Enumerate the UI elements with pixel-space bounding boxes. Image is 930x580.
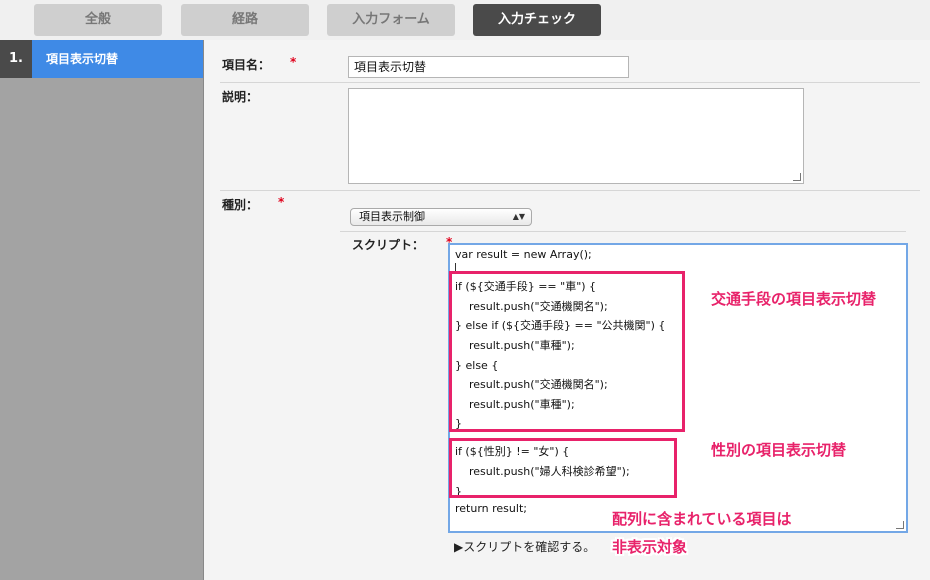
sidebar-item-number: 1. [0,40,32,78]
code-line: return result; [455,502,527,515]
highlight-box-gender [449,438,677,498]
required-mark: * [290,55,297,69]
description-textarea[interactable] [348,88,804,184]
confirm-script-link[interactable]: ▶スクリプトを確認する。 [454,538,595,555]
item-name-input[interactable]: 項目表示切替 [348,56,629,78]
highlight-box-transport [449,271,685,432]
description-label: 説明： [222,90,259,104]
tab-input-form[interactable]: 入力フォーム [327,4,455,36]
sidebar: 1. 項目表示切替 [0,40,204,580]
annotation-note-line1: 配列に含まれている項目は [612,510,792,528]
item-name-label: 項目名： [222,58,271,72]
divider [220,82,920,83]
divider [220,190,920,191]
sidebar-item-toggle-display[interactable]: 1. 項目表示切替 [0,40,203,78]
code-line: var result = new Array(); [455,248,592,261]
script-label: スクリプト： [352,238,425,252]
type-select[interactable]: 項目表示制御 ▲▼ [350,208,532,226]
tab-general[interactable]: 全般 [34,4,162,36]
resize-grip-icon[interactable] [793,173,801,181]
type-select-value: 項目表示制御 [359,210,425,223]
divider [340,231,906,232]
required-mark: * [278,195,285,209]
resize-grip-icon[interactable] [896,521,904,529]
annotation-note-line2: 非表示対象 [612,538,688,556]
tab-route[interactable]: 経路 [181,4,309,36]
type-label: 種別： [222,198,259,212]
sidebar-item-label: 項目表示切替 [46,52,119,66]
annotation-transport: 交通手段の項目表示切替 [711,290,877,308]
annotation-gender: 性別の項目表示切替 [711,441,847,459]
select-arrows-icon: ▲▼ [512,212,525,221]
tab-bar: 全般 経路 入力フォーム 入力チェック [0,0,930,41]
tab-input-check[interactable]: 入力チェック [473,4,601,36]
